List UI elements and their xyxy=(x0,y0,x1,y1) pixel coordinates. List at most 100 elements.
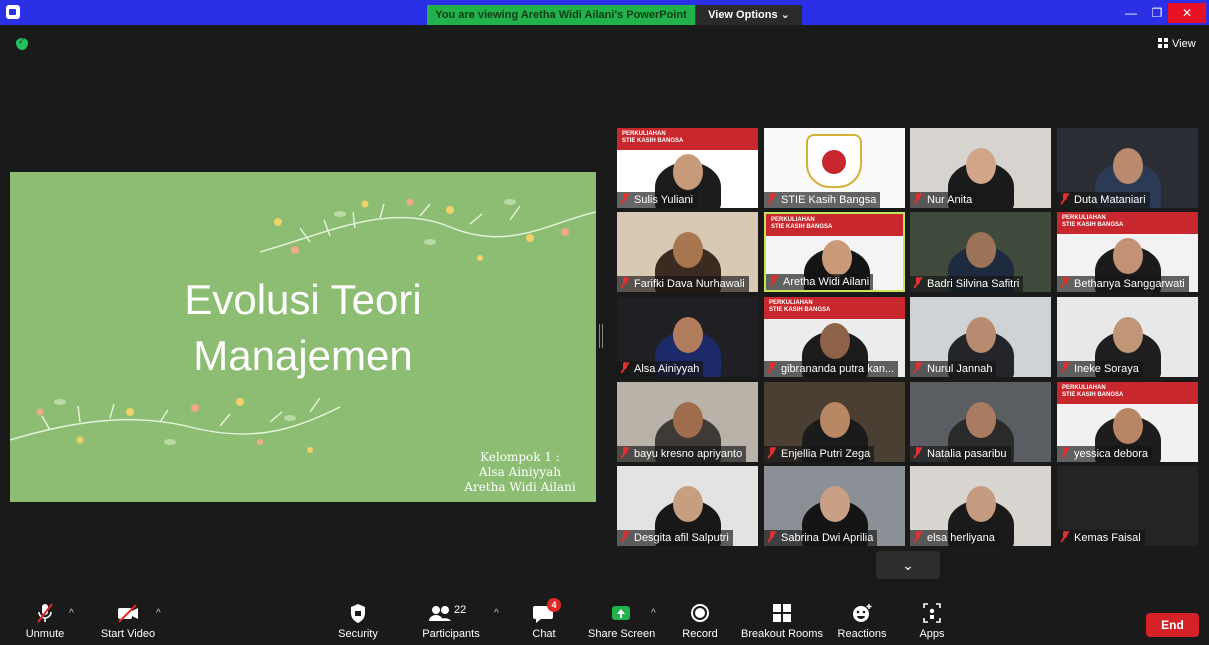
participant-tile[interactable]: Ineke Soraya xyxy=(1057,297,1198,377)
person-face xyxy=(966,486,996,522)
person-face xyxy=(966,402,996,438)
participant-name: Duta Mataniari xyxy=(1074,194,1146,206)
participant-name-label: Kemas Faisal xyxy=(1057,530,1145,546)
participants-count: 22 xyxy=(454,604,467,616)
view-label: View xyxy=(1172,38,1196,50)
share-options-chevron-icon[interactable]: ^ xyxy=(651,608,656,619)
breakout-rooms-button[interactable]: Breakout Rooms xyxy=(740,594,824,645)
participants-options-chevron-icon[interactable]: ^ xyxy=(494,608,499,619)
muted-microphone-icon xyxy=(914,447,922,458)
participant-tile[interactable]: PERKULIAHAN STIE KASIH BANGSA Sulis Yulian… xyxy=(617,128,758,208)
view-options-button[interactable]: View Options ⌄ xyxy=(696,5,802,25)
person-face xyxy=(820,402,850,438)
screen-share-banner: You are viewing Aretha Widi Ailani's Pow… xyxy=(427,5,695,25)
muted-microphone-icon xyxy=(768,362,776,373)
participants-button[interactable]: 22 Participants xyxy=(418,594,484,645)
participant-name-label: Nur Anita xyxy=(910,192,977,208)
banner-line: STIE KASIH BANGSA xyxy=(771,224,833,230)
course-banner-text: PERKULIAHAN STIE KASIH BANGSA xyxy=(769,300,830,314)
muted-microphone-icon xyxy=(914,362,922,373)
shield-icon xyxy=(349,602,367,624)
participant-tile[interactable]: bayu kresno apriyanto xyxy=(617,382,758,462)
participant-tile[interactable]: Badri Silvina Safitri xyxy=(910,212,1051,292)
participant-tile[interactable]: Natalia pasaribu xyxy=(910,382,1051,462)
end-meeting-button[interactable]: End xyxy=(1146,613,1199,637)
person-face xyxy=(1113,238,1143,274)
muted-microphone-icon xyxy=(914,531,922,542)
course-banner-text: PERKULIAHAN STIE KASIH BANGSA xyxy=(771,217,832,231)
security-button[interactable]: Security xyxy=(334,594,382,645)
encryption-shield-icon[interactable] xyxy=(16,36,28,50)
person-face xyxy=(966,317,996,353)
participant-tile[interactable]: Alsa Ainiyyah xyxy=(617,297,758,377)
participant-name: Kemas Faisal xyxy=(1074,532,1141,544)
video-options-chevron-icon[interactable]: ^ xyxy=(156,608,161,619)
start-video-button[interactable]: Start Video xyxy=(96,594,160,645)
maximize-button[interactable]: ❐ xyxy=(1144,3,1170,23)
apps-button[interactable]: Apps xyxy=(914,594,950,645)
view-layout-button[interactable]: View xyxy=(1158,36,1200,52)
chat-label: Chat xyxy=(532,628,556,640)
audio-options-chevron-icon[interactable]: ^ xyxy=(69,608,74,619)
participant-name-label: Sulis Yuliani xyxy=(617,192,698,208)
course-banner-text: PERKULIAHAN STIE KASIH BANGSA xyxy=(1062,215,1123,229)
muted-microphone-icon xyxy=(914,277,922,288)
apps-icon xyxy=(922,602,942,624)
banner-line: PERKULIAHAN xyxy=(622,131,666,137)
participant-tile[interactable]: PERKULIAHAN STIE KASIH BANGSA Bethanya San… xyxy=(1057,212,1198,292)
banner-line: PERKULIAHAN xyxy=(1062,215,1106,221)
participant-name: Nurul Jannah xyxy=(927,363,993,375)
participant-tile[interactable]: PERKULIAHAN STIE KASIH BANGSA gibrananda p… xyxy=(764,297,905,377)
participant-name: Bethanya Sanggarwati xyxy=(1074,278,1185,290)
share-screen-label: Share Screen xyxy=(588,628,656,640)
muted-microphone-icon xyxy=(768,531,776,542)
reactions-button[interactable]: Reactions xyxy=(836,594,888,645)
zoom-app-icon xyxy=(6,5,20,19)
share-screen-icon xyxy=(611,602,631,624)
unmute-label: Unmute xyxy=(25,628,65,640)
participant-tile[interactable]: PERKULIAHAN STIE KASIH BANGSA Aretha Widi … xyxy=(764,212,905,292)
emoji-smile-icon xyxy=(851,602,873,624)
person-face xyxy=(966,232,996,268)
minimize-button[interactable]: — xyxy=(1118,3,1144,23)
person-face xyxy=(673,486,703,522)
college-logo-icon xyxy=(806,134,862,188)
participant-tile[interactable]: elsa herliyana xyxy=(910,466,1051,546)
person-face xyxy=(966,148,996,184)
panel-resize-handle[interactable] xyxy=(599,324,603,348)
muted-microphone-icon xyxy=(768,193,776,204)
chat-button[interactable]: 4 Chat xyxy=(528,594,561,645)
person-face xyxy=(1113,408,1143,444)
record-button[interactable]: Record xyxy=(680,594,720,645)
participant-tile[interactable]: Enjellia Putri Zega xyxy=(764,382,905,462)
banner-line: STIE KASIH BANGSA xyxy=(1062,222,1124,228)
person-face xyxy=(820,486,850,522)
participant-name: Aretha Widi Ailani xyxy=(783,276,870,288)
participant-tile[interactable]: STIE Kasih Bangsa xyxy=(764,128,905,208)
microphone-muted-icon xyxy=(36,602,54,624)
participant-tile[interactable]: Sabrina Dwi Aprilia xyxy=(764,466,905,546)
participant-tile[interactable]: Farifki Dava Nurhawali xyxy=(617,212,758,292)
participant-tile[interactable]: Nurul Jannah xyxy=(910,297,1051,377)
participant-tile[interactable]: Nur Anita xyxy=(910,128,1051,208)
unmute-button[interactable]: Unmute xyxy=(18,594,72,645)
meeting-toolbar: Unmute ^ Start Video ^ Security 22 Parti… xyxy=(0,594,1209,645)
participant-name: yessica debora xyxy=(1074,448,1148,460)
video-camera-off-icon xyxy=(116,602,140,624)
course-banner: PERKULIAHAN STIE KASIH BANGSA xyxy=(1057,382,1198,404)
participant-tile[interactable]: Desgita afil Salputri xyxy=(617,466,758,546)
participant-tile[interactable]: PERKULIAHAN STIE KASIH BANGSA yessica debo… xyxy=(1057,382,1198,462)
participant-name: elsa herliyana xyxy=(927,532,995,544)
show-more-participants-button[interactable]: ⌄ xyxy=(876,551,940,579)
participant-tile[interactable]: Kemas Faisal xyxy=(1057,466,1198,546)
participant-name: Farifki Dava Nurhawali xyxy=(634,278,745,290)
close-button[interactable]: ✕ xyxy=(1168,3,1206,23)
share-screen-button[interactable]: Share Screen xyxy=(588,594,656,645)
muted-microphone-icon xyxy=(1061,277,1069,288)
participant-name: bayu kresno apriyanto xyxy=(634,448,743,460)
participant-name: Desgita afil Salputri xyxy=(634,532,729,544)
course-banner-text: PERKULIAHAN STIE KASIH BANGSA xyxy=(622,131,683,145)
participant-tile[interactable]: Duta Mataniari xyxy=(1057,128,1198,208)
person-face xyxy=(673,317,703,353)
course-banner-text: PERKULIAHAN STIE KASIH BANGSA xyxy=(1062,385,1123,399)
